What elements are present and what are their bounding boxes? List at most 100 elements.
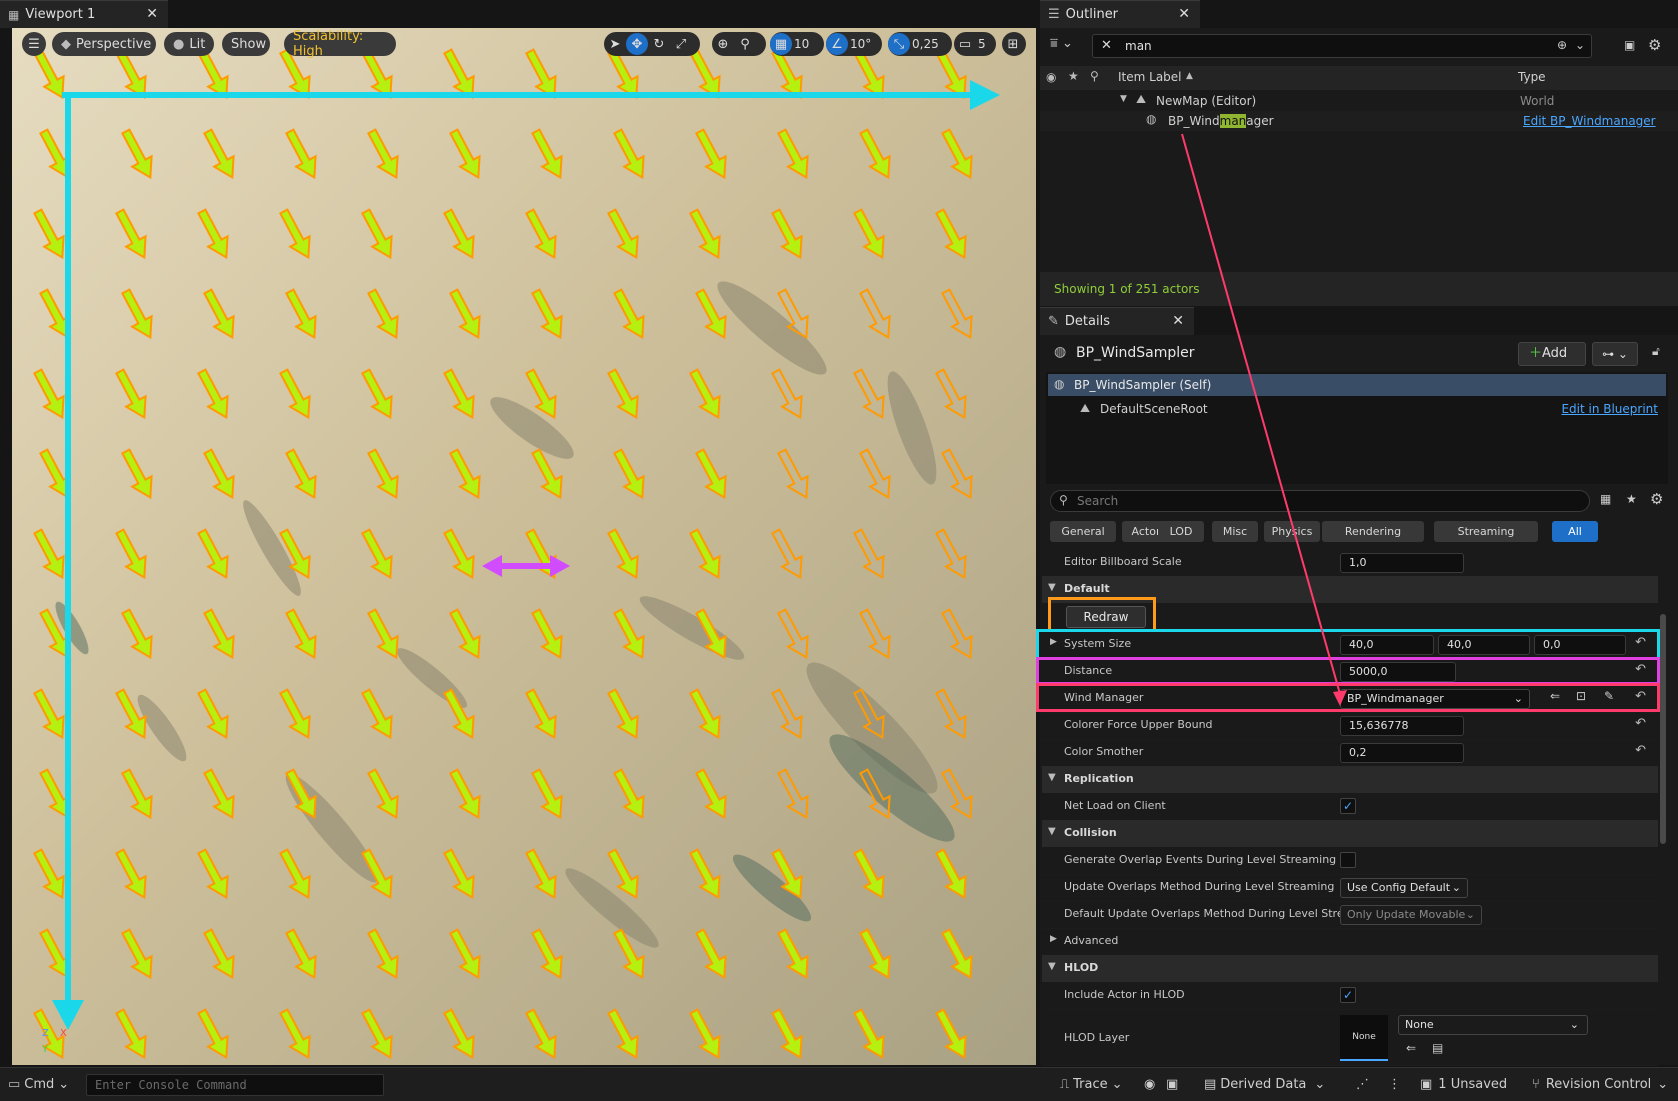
net-load-checkbox[interactable]: ✓ <box>1340 798 1356 814</box>
filter-tab-lod[interactable]: LOD <box>1158 521 1204 542</box>
system-size-x-input[interactable]: 40,0 <box>1340 635 1434 655</box>
colorer-force-input[interactable]: 15,636778 <box>1340 716 1464 736</box>
outliner-row-actor[interactable]: ◍ BP_Windmanager Edit BP_Windmanager <box>1040 111 1678 131</box>
record-icon[interactable]: ◉ <box>1144 1067 1155 1101</box>
filter-tab-rendering[interactable]: Rendering <box>1322 521 1424 542</box>
use-selected-icon[interactable]: ⇐ <box>1550 689 1560 703</box>
edit-in-blueprint-link[interactable]: Edit in Blueprint <box>1561 402 1658 416</box>
viewport-tab[interactable]: ▦ Viewport 1 ✕ <box>0 0 168 28</box>
gear-icon[interactable]: ⚙ <box>1650 490 1663 508</box>
layout-group[interactable]: ⊞ <box>1002 32 1026 56</box>
clear-search-icon[interactable]: ✕ <box>1101 38 1112 53</box>
screenshot-icon[interactable]: ▣ <box>1166 1067 1178 1101</box>
section-replication[interactable]: ▼ Replication <box>1042 766 1658 794</box>
filter-tab-general[interactable]: General <box>1050 521 1116 542</box>
console-input[interactable]: Enter Console Command <box>86 1074 384 1096</box>
collapse-arrow-icon[interactable]: ▼ <box>1120 94 1127 104</box>
browse-icon[interactable]: ⊡ <box>1576 689 1586 703</box>
close-icon[interactable]: ✕ <box>146 6 158 22</box>
blueprint-options-button[interactable]: ⊶ ⌄ <box>1592 342 1638 366</box>
filter-tab-streaming[interactable]: Streaming <box>1434 521 1538 542</box>
new-folder-icon[interactable]: ▣ <box>1624 38 1635 52</box>
viewport-canvas[interactable]: Z X Y <box>12 28 1036 1065</box>
gen-overlap-checkbox[interactable] <box>1340 852 1356 868</box>
reset-arrow-icon[interactable]: ↶ <box>1635 689 1646 704</box>
favorite-star-icon[interactable]: ★ <box>1068 69 1079 83</box>
derived-data-button[interactable]: ▤ Derived Data ⌄ <box>1204 1067 1325 1101</box>
trace-button[interactable]: ⎍ Trace ⌄ <box>1060 1067 1123 1101</box>
rotation-snap-group[interactable]: ∠ 10° <box>826 32 882 56</box>
reset-arrow-icon[interactable]: ↶ <box>1635 716 1646 731</box>
network-icon[interactable]: ⋰ <box>1356 1067 1369 1101</box>
hlod-layer-thumbnail[interactable]: None <box>1340 1015 1388 1061</box>
filter-tab-physics[interactable]: Physics <box>1264 521 1320 542</box>
type-column[interactable]: Type <box>1518 70 1546 84</box>
prop-advanced[interactable]: ▶ Advanced <box>1042 928 1658 956</box>
section-collision[interactable]: ▼ Collision <box>1042 820 1658 848</box>
close-icon[interactable]: ✕ <box>1178 6 1190 22</box>
billboard-scale-input[interactable]: 1,0 <box>1340 553 1464 573</box>
gear-icon[interactable]: ⚙ <box>1648 36 1661 54</box>
details-search-box[interactable]: ⚲ Search <box>1050 490 1590 512</box>
camera-icon[interactable]: ▭ <box>954 33 976 55</box>
section-default[interactable]: ▼ Default <box>1042 576 1658 604</box>
reset-arrow-icon[interactable]: ↶ <box>1635 635 1646 650</box>
component-self-row[interactable]: ◍ BP_WindSampler (Self) <box>1048 374 1666 396</box>
browse-folder-icon[interactable]: ▤ <box>1432 1041 1443 1055</box>
scale-snap-group[interactable]: ⤡ 0,25 <box>888 32 952 56</box>
visibility-eye-icon[interactable]: ◉ <box>1046 70 1056 84</box>
default-update-overlaps-select[interactable]: Only Update Movable ⌄ <box>1340 905 1482 925</box>
eyedropper-icon[interactable]: ✎ <box>1604 689 1614 703</box>
table-view-icon[interactable]: ▦ <box>1600 492 1611 506</box>
outliner-filter-button[interactable]: ⩸ ⌄ <box>1050 36 1086 58</box>
rotate-icon[interactable]: ↻ <box>648 33 670 55</box>
distance-input[interactable]: 5000,0 <box>1340 662 1456 682</box>
reset-arrow-icon[interactable]: ↶ <box>1635 662 1646 677</box>
reset-arrow-icon[interactable]: ↶ <box>1635 743 1646 758</box>
update-overlaps-select[interactable]: Use Config Default ⌄ <box>1340 878 1468 898</box>
revision-control-button[interactable]: ⑂ Revision Control ⌄ <box>1532 1067 1668 1101</box>
angle-snap-icon[interactable]: ∠ <box>826 33 848 55</box>
cmd-button[interactable]: ▭ Cmd ⌄ <box>8 1067 69 1101</box>
grid-snap-icon[interactable]: ▦ <box>770 33 792 55</box>
system-size-z-input[interactable]: 0,0 <box>1534 635 1626 655</box>
color-smother-input[interactable]: 0,2 <box>1340 743 1464 763</box>
surface-snap-icon[interactable]: ⚲ <box>734 33 756 55</box>
layout-icon[interactable]: ⊞ <box>1002 33 1024 55</box>
redraw-button[interactable]: Redraw <box>1066 606 1146 628</box>
viewport-menu-button[interactable]: ☰ <box>22 32 46 56</box>
expand-arrow-icon[interactable]: ▶ <box>1050 637 1057 647</box>
outliner-search-box[interactable]: ✕ man ⊕ ⌄ <box>1092 34 1592 58</box>
filter-tab-all[interactable]: All <box>1552 521 1598 542</box>
details-scrollbar[interactable] <box>1660 614 1666 844</box>
camera-speed-group[interactable]: ▭ 5 <box>954 32 996 56</box>
outliner-tab[interactable]: ☰ Outliner ✕ <box>1040 0 1200 28</box>
section-hlod[interactable]: ▼ HLOD <box>1042 955 1658 983</box>
chevron-down-icon[interactable]: ⌄ <box>1575 38 1585 52</box>
scale-icon[interactable]: ⤢ <box>670 33 692 55</box>
show-button[interactable]: Show <box>222 32 270 56</box>
favorite-star-icon[interactable]: ★ <box>1626 492 1637 506</box>
select-icon[interactable]: ➤ <box>604 33 626 55</box>
lock-icon[interactable]: 🔓︎ <box>1652 344 1660 359</box>
add-filter-icon[interactable]: ⊕ <box>1557 38 1567 52</box>
perspective-button[interactable]: ◆ Perspective <box>52 32 156 56</box>
wind-manager-picker[interactable]: BP_Windmanager ⌄ <box>1340 689 1530 709</box>
include-hlod-checkbox[interactable]: ✓ <box>1340 987 1356 1003</box>
close-icon[interactable]: ✕ <box>1172 313 1184 329</box>
grid-snap-group[interactable]: ▦ 10 <box>770 32 824 56</box>
filter-tab-misc[interactable]: Misc <box>1212 521 1258 542</box>
system-size-y-input[interactable]: 40,0 <box>1438 635 1530 655</box>
component-root-row[interactable]: ⛰ DefaultSceneRoot Edit in Blueprint <box>1048 398 1666 420</box>
world-globe-icon[interactable]: ⊕ <box>712 33 734 55</box>
scalability-button[interactable]: Scalability: High <box>284 29 396 59</box>
scale-snap-icon[interactable]: ⤡ <box>888 33 910 55</box>
unsaved-button[interactable]: ▣ 1 Unsaved <box>1420 1067 1507 1101</box>
edit-blueprint-link[interactable]: Edit BP_Windmanager <box>1523 114 1656 128</box>
lit-button[interactable]: ● Lit <box>164 32 214 56</box>
details-tab[interactable]: ✎ Details ✕ <box>1040 307 1194 335</box>
outliner-row-world[interactable]: ▼ ⛰ NewMap (Editor) World <box>1040 91 1678 111</box>
translate-icon[interactable]: ✥ <box>626 33 648 55</box>
pin-icon[interactable]: ⚲ <box>1090 69 1099 83</box>
add-component-button[interactable]: ＋Add <box>1518 342 1586 366</box>
